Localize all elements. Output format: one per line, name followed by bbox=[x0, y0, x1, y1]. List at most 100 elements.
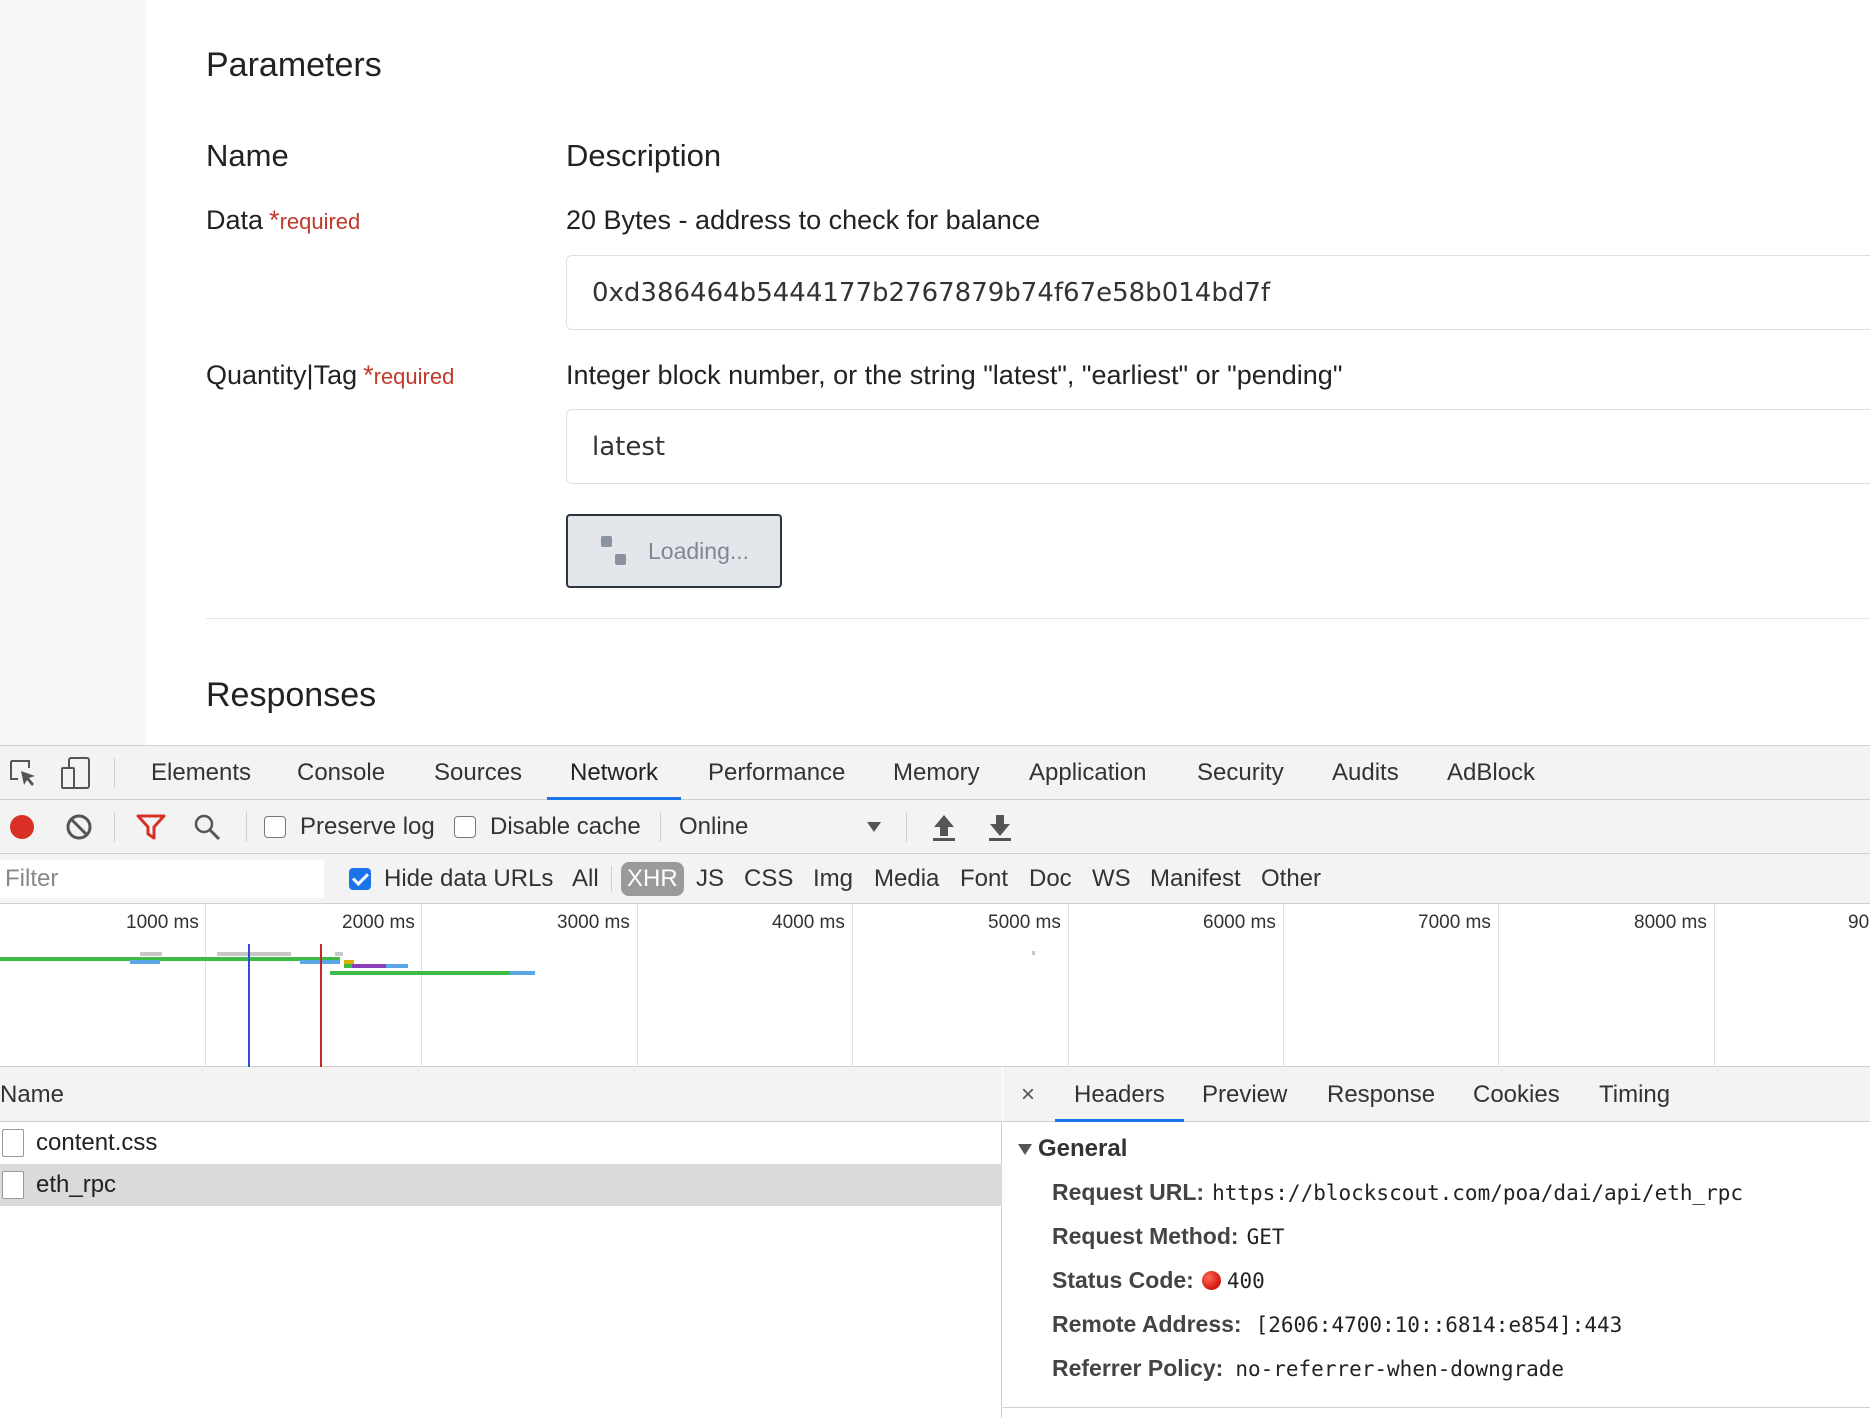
throttling-select[interactable]: Online bbox=[670, 800, 892, 854]
disable-cache-checkbox[interactable] bbox=[454, 816, 476, 838]
network-timeline-overview[interactable]: 1000 ms 2000 ms 3000 ms 4000 ms 5000 ms … bbox=[0, 904, 1870, 1067]
general-section-toggle[interactable]: General bbox=[1018, 1135, 1127, 1163]
close-icon[interactable]: × bbox=[1021, 1067, 1035, 1122]
tab-security[interactable]: Security bbox=[1174, 746, 1307, 800]
tab-application[interactable]: Application bbox=[1006, 746, 1169, 800]
filter-type-doc[interactable]: Doc bbox=[1029, 854, 1072, 904]
tab-audits[interactable]: Audits bbox=[1309, 746, 1422, 800]
timeline-request-bar bbox=[217, 952, 291, 956]
tab-network[interactable]: Network bbox=[547, 746, 682, 800]
timeline-gridline bbox=[1283, 904, 1284, 1067]
details-tabbar: × Headers Preview Response Cookies Timin… bbox=[1003, 1067, 1870, 1122]
inspect-element-icon[interactable] bbox=[8, 758, 38, 788]
timeline-tick-label: 2000 ms bbox=[342, 912, 415, 933]
tab-sources[interactable]: Sources bbox=[411, 746, 545, 800]
clear-icon[interactable] bbox=[65, 813, 93, 841]
timeline-tick-label: 4000 ms bbox=[772, 912, 845, 933]
timeline-request-bar bbox=[386, 964, 408, 968]
loading-label: Loading... bbox=[648, 537, 750, 564]
required-label: required bbox=[279, 209, 361, 234]
try-it-loading-button[interactable]: Loading... bbox=[566, 514, 782, 588]
toolbar-separator bbox=[611, 866, 612, 892]
timeline-gridline bbox=[637, 904, 638, 1067]
filter-type-other[interactable]: Other bbox=[1261, 854, 1321, 904]
tab-elements[interactable]: Elements bbox=[128, 746, 274, 800]
import-har-icon[interactable] bbox=[930, 812, 958, 842]
hide-data-urls-checkbox[interactable] bbox=[349, 868, 371, 890]
tab-performance[interactable]: Performance bbox=[685, 746, 868, 800]
timeline-gridline bbox=[852, 904, 853, 1067]
timeline-tick-label: 8000 ms bbox=[1634, 912, 1707, 933]
tab-console[interactable]: Console bbox=[274, 746, 408, 800]
tab-response[interactable]: Response bbox=[1308, 1067, 1454, 1122]
filter-type-font[interactable]: Font bbox=[960, 854, 1008, 904]
filter-type-js[interactable]: JS bbox=[696, 854, 724, 904]
spinner-icon bbox=[601, 536, 612, 547]
devtools-panel: Elements Console Sources Network Perform… bbox=[0, 745, 1870, 1418]
timeline-tick-label: 90 bbox=[1848, 912, 1870, 933]
toolbar-separator bbox=[114, 812, 115, 842]
timeline-request-bar bbox=[0, 957, 340, 961]
request-method-row: Request Method: GET bbox=[1052, 1223, 1285, 1250]
record-icon[interactable] bbox=[8, 813, 36, 841]
filter-type-manifest[interactable]: Manifest bbox=[1150, 854, 1241, 904]
filter-type-all[interactable]: All bbox=[572, 854, 599, 904]
tab-adblock[interactable]: AdBlock bbox=[1424, 746, 1558, 800]
timeline-tick-label: 3000 ms bbox=[557, 912, 630, 933]
file-icon bbox=[2, 1171, 24, 1199]
header-key: Remote Address: bbox=[1052, 1311, 1242, 1337]
referrer-policy-row: Referrer Policy: no-referrer-when-downgra… bbox=[1052, 1355, 1564, 1382]
responses-heading: Responses bbox=[206, 676, 377, 714]
request-list: Name content.css eth_rpc bbox=[0, 1067, 1002, 1418]
param-label: Quantity|Tag bbox=[206, 360, 358, 390]
load-event-marker bbox=[320, 944, 322, 1067]
header-value: [2606:4700:10::6814:e854]:443 bbox=[1255, 1313, 1623, 1337]
header-key: Status Code: bbox=[1052, 1267, 1194, 1293]
timeline-tick-label: 1000 ms bbox=[126, 912, 199, 933]
status-code-row: Status Code: 400 bbox=[1052, 1267, 1265, 1294]
header-key: Request Method: bbox=[1052, 1223, 1239, 1249]
timeline-gridline bbox=[1068, 904, 1069, 1067]
tab-timing[interactable]: Timing bbox=[1580, 1067, 1689, 1122]
filter-type-css[interactable]: CSS bbox=[744, 854, 793, 904]
filter-type-img[interactable]: Img bbox=[813, 854, 853, 904]
param-name-data: Data *required bbox=[206, 205, 360, 236]
filter-input[interactable] bbox=[0, 860, 324, 898]
header-value: 400 bbox=[1226, 1269, 1265, 1293]
filter-type-ws[interactable]: WS bbox=[1092, 854, 1131, 904]
request-row-content-css[interactable]: content.css bbox=[0, 1122, 1002, 1164]
column-label: Name bbox=[0, 1081, 65, 1108]
device-toolbar-icon[interactable] bbox=[60, 756, 92, 790]
request-row-eth-rpc[interactable]: eth_rpc bbox=[0, 1164, 1002, 1206]
request-name: eth_rpc bbox=[36, 1171, 117, 1198]
tab-cookies[interactable]: Cookies bbox=[1454, 1067, 1579, 1122]
section-divider bbox=[1003, 1407, 1870, 1408]
timeline-request-bar bbox=[1032, 951, 1035, 955]
network-toolbar: Preserve log Disable cache Online bbox=[0, 800, 1870, 854]
filter-icon[interactable] bbox=[136, 813, 166, 841]
timeline-tick-label: 5000 ms bbox=[988, 912, 1061, 933]
filter-type-media[interactable]: Media bbox=[874, 854, 939, 904]
tab-headers[interactable]: Headers bbox=[1055, 1067, 1184, 1122]
remote-address-row: Remote Address: [2606:4700:10::6814:e854]… bbox=[1052, 1311, 1622, 1338]
disable-cache-label: Disable cache bbox=[490, 813, 641, 840]
doc-sidebar bbox=[0, 0, 146, 745]
search-icon[interactable] bbox=[193, 813, 221, 841]
throttling-value: Online bbox=[679, 813, 749, 840]
header-key: Request URL: bbox=[1052, 1179, 1205, 1205]
name-column-header[interactable]: Name bbox=[0, 1067, 1002, 1122]
tab-preview[interactable]: Preview bbox=[1183, 1067, 1306, 1122]
file-icon bbox=[2, 1129, 24, 1157]
data-address-input[interactable] bbox=[566, 255, 1870, 330]
export-har-icon[interactable] bbox=[986, 812, 1014, 842]
header-key: Referrer Policy: bbox=[1052, 1355, 1224, 1381]
tab-memory[interactable]: Memory bbox=[870, 746, 1003, 800]
param-name-quantity-tag: Quantity|Tag *required bbox=[206, 360, 454, 391]
timeline-request-bar bbox=[330, 971, 520, 975]
quantity-tag-input[interactable] bbox=[566, 409, 1870, 484]
param-description-quantity-tag: Integer block number, or the string "lat… bbox=[566, 360, 1343, 390]
filter-type-xhr[interactable]: XHR bbox=[621, 862, 684, 896]
collapse-triangle-icon bbox=[1018, 1144, 1032, 1156]
preserve-log-checkbox[interactable] bbox=[264, 816, 286, 838]
timeline-gridline bbox=[421, 904, 422, 1067]
